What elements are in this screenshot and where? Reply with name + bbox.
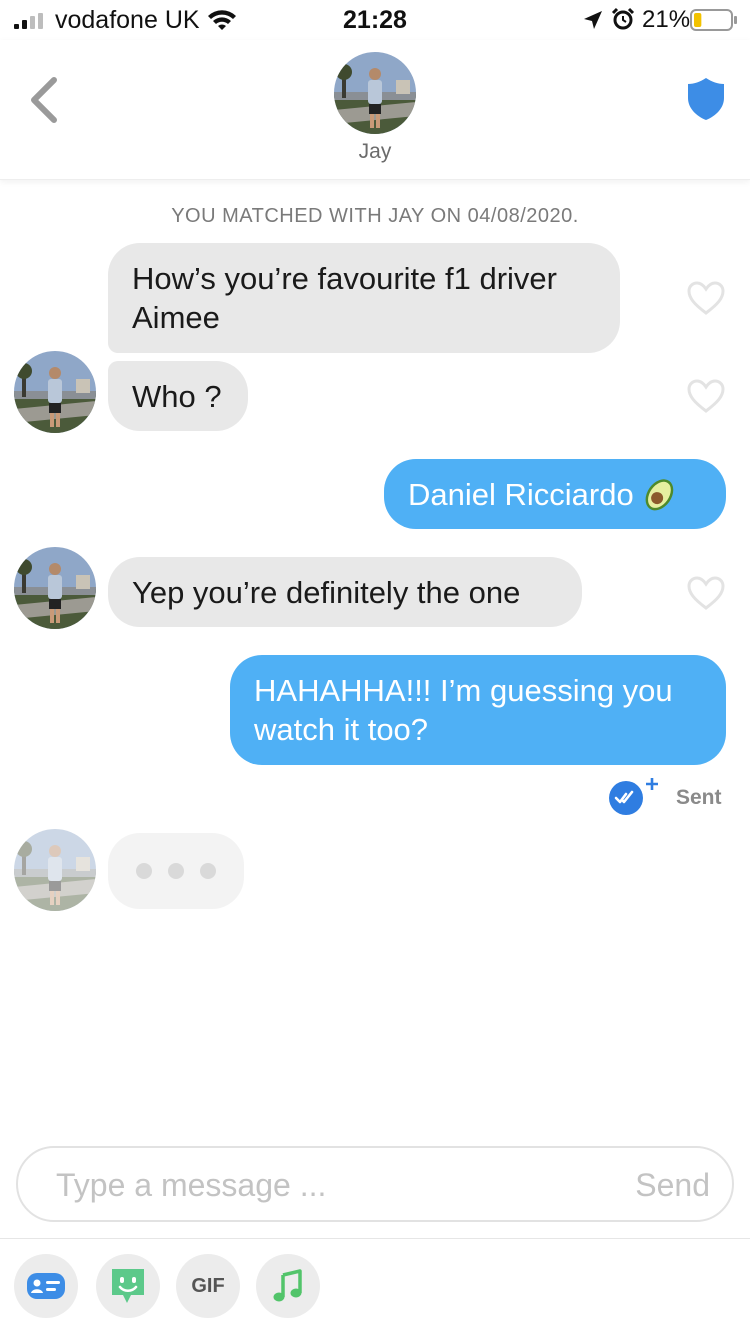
match-notice: YOU MATCHED WITH JAY ON 04/08/2020. <box>171 205 579 227</box>
sticker-icon <box>112 1269 144 1303</box>
typing-dot <box>168 863 184 879</box>
message-input[interactable] <box>56 1165 596 1205</box>
message-text: Daniel Ricciardo <box>408 477 634 512</box>
typing-dot <box>200 863 216 879</box>
chat-header: Jay <box>0 40 750 180</box>
incoming-message-bubble[interactable]: Yep you’re definitely the one <box>108 557 582 627</box>
heart-outline-icon[interactable] <box>686 280 726 316</box>
status-bar: vodafone UK 21:28 21% <box>0 0 750 40</box>
outgoing-message-bubble[interactable]: Daniel Ricciardo <box>384 459 726 529</box>
message-text: Yep you’re definitely the one <box>132 575 521 610</box>
message-text: Who ? <box>132 379 222 414</box>
gif-button[interactable]: GIF <box>176 1254 240 1318</box>
incoming-message-bubble[interactable]: How’s you’re favourite f1 driver Aimee <box>108 243 620 353</box>
toolbar-divider <box>0 1238 750 1239</box>
message-text: How’s you’re favourite f1 driver Aimee <box>132 261 557 335</box>
contact-avatar[interactable] <box>14 351 96 433</box>
message-composer: Send <box>16 1146 734 1222</box>
shield-icon[interactable] <box>684 74 728 122</box>
music-button[interactable] <box>256 1254 320 1318</box>
typing-dots-icon <box>108 833 244 909</box>
chevron-left-icon[interactable] <box>22 74 66 126</box>
contact-card-icon <box>27 1273 65 1299</box>
outgoing-message-bubble[interactable]: HAHAHHA!!! I’m guessing you watch it too… <box>230 655 726 765</box>
clock: 21:28 <box>343 6 407 34</box>
contact-avatar[interactable] <box>14 547 96 629</box>
gif-label: GIF <box>191 1274 225 1297</box>
contact-name[interactable]: Jay <box>0 140 750 164</box>
contact-avatar <box>14 829 96 911</box>
contact-card-button[interactable] <box>14 1254 78 1318</box>
send-button[interactable]: Send <box>635 1167 710 1204</box>
incoming-message-bubble[interactable]: Who ? <box>108 361 248 431</box>
double-check-plus-icon <box>609 778 658 815</box>
typing-dot <box>136 863 152 879</box>
location-arrow-icon <box>584 11 602 29</box>
battery-percentage: 21% <box>642 6 691 33</box>
avocado-emoji <box>645 479 673 511</box>
heart-outline-icon[interactable] <box>686 575 726 611</box>
battery-icon <box>690 9 737 31</box>
alarm-clock-icon <box>611 7 635 30</box>
sticker-button[interactable] <box>96 1254 160 1318</box>
message-text: HAHAHHA!!! I’m guessing you watch it too… <box>254 673 673 747</box>
heart-outline-icon[interactable] <box>686 378 726 414</box>
contact-avatar[interactable] <box>334 52 416 134</box>
message-status: Sent <box>676 786 722 809</box>
music-note-icon <box>273 1269 302 1302</box>
